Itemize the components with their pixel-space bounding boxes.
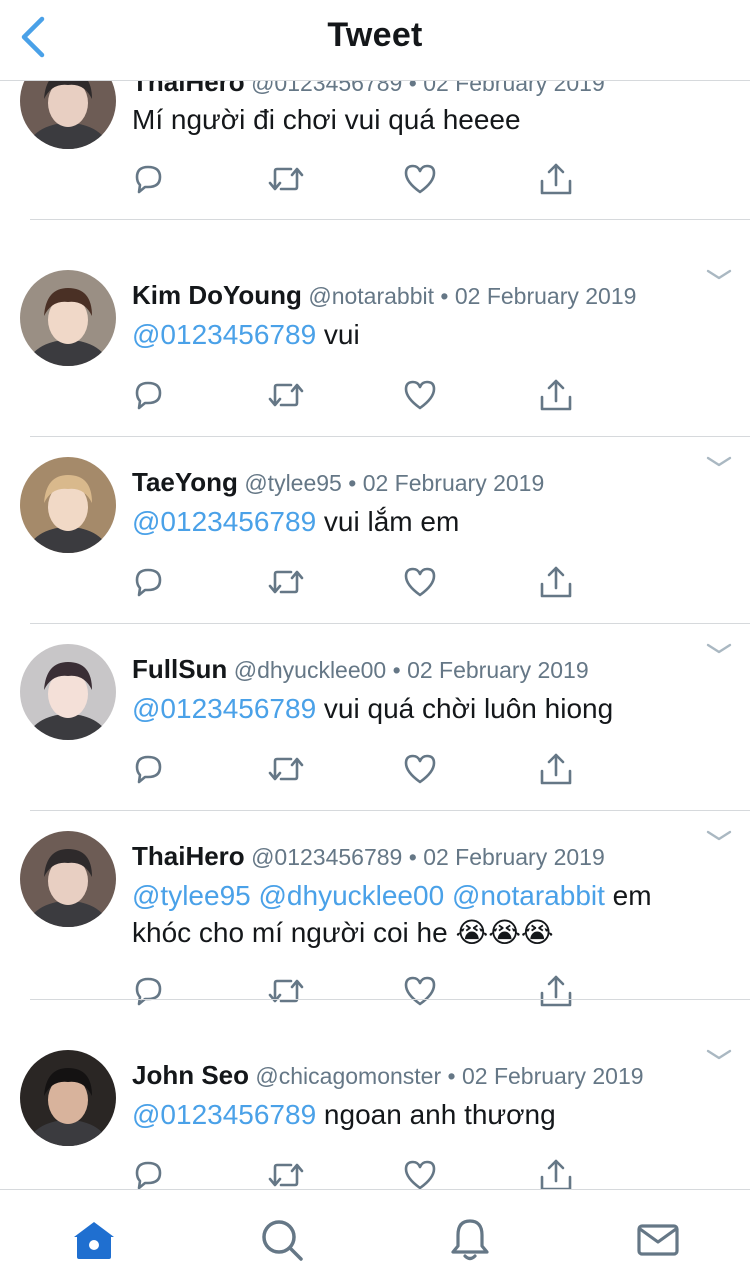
reply-button[interactable]: [128, 161, 168, 201]
tweet-text-segment: vui lắm em: [316, 506, 460, 537]
tweet[interactable]: John Seo @chicagomonster • 02 February 2…: [0, 1000, 750, 1219]
mention-link[interactable]: @0123456789: [132, 319, 316, 350]
tab-search[interactable]: [254, 1212, 310, 1268]
author-handle[interactable]: @dhyucklee00: [227, 657, 387, 683]
author-name[interactable]: Kim DoYoung: [132, 280, 302, 310]
avatar[interactable]: [20, 831, 116, 927]
tweet-date: 02 February 2019: [461, 1063, 644, 1089]
notifications-icon: [451, 1219, 489, 1261]
tweet[interactable]: TaeYong @tylee95 • 02 February 2019 @0123…: [0, 407, 750, 624]
like-icon: [402, 162, 438, 201]
tweet-text: @0123456789 vui: [132, 316, 712, 353]
mention-link[interactable]: @0123456789: [132, 506, 316, 537]
tweet-actions: [128, 161, 588, 201]
page-title: Tweet: [327, 16, 423, 54]
mention-link[interactable]: @0123456789: [132, 1099, 316, 1130]
tweet-text-segment: ngoan anh thương: [316, 1099, 556, 1130]
author-handle[interactable]: @chicagomonster: [249, 1063, 441, 1089]
mention-link[interactable]: @tylee95: [132, 880, 251, 911]
tab-messages[interactable]: [630, 1212, 686, 1268]
tweet-text-segment: [251, 880, 259, 911]
tweet-text-segment: Mí người đi chơi vui quá heeee: [132, 104, 521, 135]
search-icon: [262, 1220, 303, 1261]
author-handle[interactable]: @notarabbit: [302, 283, 434, 309]
tweet-text-segment: vui quá chời luôn hiong: [316, 693, 614, 724]
tweet-text: @0123456789 ngoan anh thương: [132, 1096, 712, 1133]
date-separator: •: [441, 1063, 462, 1089]
share-icon: [538, 161, 574, 202]
avatar[interactable]: [20, 1050, 116, 1146]
tweet[interactable]: ThaiHero @0123456789 • 02 February 2019 @…: [0, 781, 750, 1006]
messages-icon: [637, 1224, 679, 1256]
tweet-date: 02 February 2019: [362, 470, 545, 496]
author-handle[interactable]: @0123456789: [245, 844, 402, 870]
home-icon: [74, 1222, 114, 1259]
tweet[interactable]: Kim DoYoung @notarabbit • 02 February 20…: [0, 220, 750, 437]
like-button[interactable]: [400, 161, 440, 201]
chevron-down-icon[interactable]: [706, 455, 732, 469]
tweet-header: ThaiHero @0123456789 • 02 February 2019: [132, 841, 605, 872]
author-name[interactable]: John Seo: [132, 1060, 249, 1090]
date-separator: •: [386, 657, 408, 683]
reply-icon: [131, 162, 165, 201]
tweet-text: Mí người đi chơi vui quá heeee: [132, 101, 712, 138]
bottom-tab-bar: [0, 1189, 750, 1285]
mention-link[interactable]: @dhyucklee00: [259, 880, 445, 911]
tweet-date: 02 February 2019: [407, 657, 589, 683]
author-name[interactable]: FullSun: [132, 654, 227, 684]
share-button[interactable]: [536, 161, 576, 201]
mention-link[interactable]: @0123456789: [132, 693, 316, 724]
top-nav-bar: Tweet: [0, 0, 750, 81]
avatar[interactable]: [20, 270, 116, 366]
date-separator: •: [402, 844, 424, 870]
tweet-text-segment: [444, 880, 452, 911]
tweet-date: 02 February 2019: [454, 283, 637, 309]
tab-notifications[interactable]: [442, 1212, 498, 1268]
chevron-down-icon[interactable]: [706, 268, 732, 282]
author-name[interactable]: ThaiHero: [132, 841, 245, 871]
tweet[interactable]: FullSun @dhyucklee00 • 02 February 2019 @…: [0, 594, 750, 811]
tweet-header: TaeYong @tylee95 • 02 February 2019: [132, 467, 544, 498]
date-separator: •: [341, 470, 363, 496]
tweet-text-segment: vui: [316, 319, 360, 350]
tweet-header: FullSun @dhyucklee00 • 02 February 2019: [132, 654, 589, 685]
tweet-text: @tylee95 @dhyucklee00 @notarabbit em khó…: [132, 877, 712, 951]
chevron-down-icon[interactable]: [706, 1048, 732, 1062]
chevron-down-icon[interactable]: [706, 642, 732, 656]
retweet-button[interactable]: [266, 161, 306, 201]
author-name[interactable]: TaeYong: [132, 467, 238, 497]
avatar[interactable]: [20, 457, 116, 553]
tweet-date: 02 February 2019: [423, 844, 605, 870]
tweet-header: Kim DoYoung @notarabbit • 02 February 20…: [132, 280, 636, 311]
tweet-text: @0123456789 vui quá chời luôn hiong: [132, 690, 712, 727]
date-separator: •: [434, 283, 455, 309]
mention-link[interactable]: @notarabbit: [452, 880, 605, 911]
retweet-icon: [267, 162, 305, 201]
crying-emoji: 😭😭😭: [455, 917, 554, 948]
author-handle[interactable]: @tylee95: [238, 470, 342, 496]
tweet-text: @0123456789 vui lắm em: [132, 503, 712, 540]
avatar[interactable]: [20, 644, 116, 740]
tweet-header: John Seo @chicagomonster • 02 February 2…: [132, 1060, 644, 1091]
tab-home[interactable]: [66, 1212, 122, 1268]
chevron-down-icon[interactable]: [706, 829, 732, 843]
